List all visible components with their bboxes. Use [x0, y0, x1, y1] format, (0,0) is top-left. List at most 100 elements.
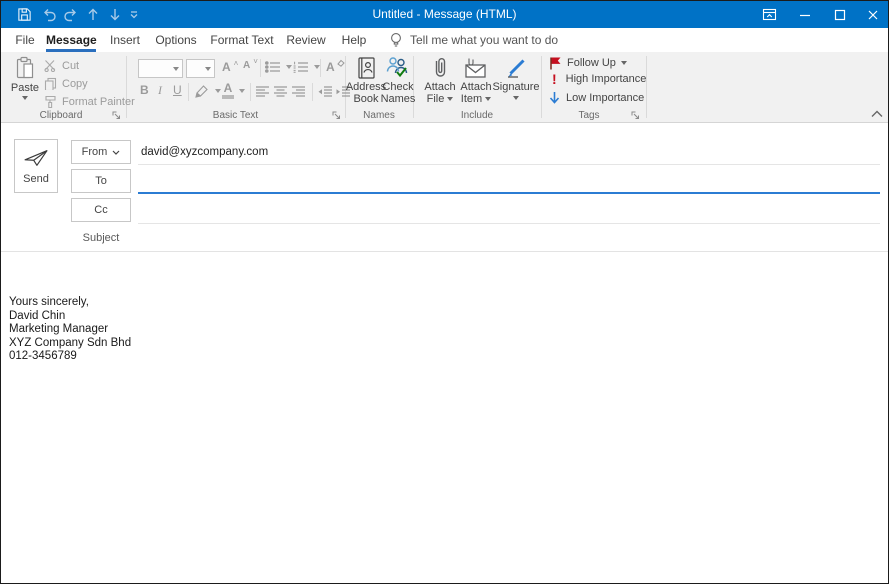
to-button[interactable]: To: [71, 169, 131, 193]
send-button[interactable]: Send: [14, 139, 58, 193]
shrink-font-button[interactable]: A˅: [243, 60, 258, 71]
highlighter-icon: [194, 84, 210, 98]
text-highlight-color-button[interactable]: [194, 84, 221, 98]
font-color-button[interactable]: A: [222, 83, 245, 99]
separator: [260, 59, 261, 77]
from-button[interactable]: From: [71, 140, 131, 164]
attach-item-button[interactable]: Attach Item: [457, 56, 495, 105]
align-left-button[interactable]: [256, 86, 270, 98]
tab-message[interactable]: Message: [46, 28, 96, 52]
chevron-up-icon: [871, 110, 883, 118]
tab-format-text[interactable]: Format Text: [208, 28, 276, 52]
ribbon-display-options-icon: [762, 8, 777, 21]
signature-button[interactable]: Signature: [495, 56, 537, 100]
names-group-label: Names: [345, 110, 413, 121]
minimize-icon: [799, 9, 811, 21]
close-button[interactable]: [857, 1, 889, 28]
from-value: david@xyzcompany.com: [141, 146, 268, 158]
follow-up-button[interactable]: Follow Up: [549, 56, 627, 70]
underline-button[interactable]: U: [173, 83, 182, 97]
separator: [188, 83, 189, 101]
tell-me-search[interactable]: Tell me what you want to do: [410, 28, 558, 52]
subject-input[interactable]: [138, 228, 880, 248]
clipboard-group-label: Clipboard: [1, 110, 121, 121]
bullets-button[interactable]: [265, 61, 292, 73]
grow-font-button[interactable]: A˄: [222, 60, 238, 74]
clipboard-dialog-launcher[interactable]: [112, 111, 121, 120]
paste-icon: [15, 56, 35, 80]
low-importance-button[interactable]: Low Importance: [548, 91, 644, 105]
ribbon-display-options-button[interactable]: [753, 1, 785, 28]
collapse-ribbon-button[interactable]: [871, 110, 883, 118]
address-book-icon: [355, 56, 377, 80]
tab-help[interactable]: Help: [338, 28, 370, 52]
to-field-line-focused: [138, 192, 880, 194]
eraser-icon: [337, 59, 345, 67]
high-importance-button[interactable]: ! High Importance: [552, 73, 646, 85]
tab-insert[interactable]: Insert: [106, 28, 144, 52]
group-separator: [541, 56, 542, 118]
check-names-button[interactable]: Check Names: [383, 56, 413, 105]
caret-up-icon: ˄: [234, 59, 239, 68]
lightbulb-icon: [389, 32, 403, 49]
maximize-button[interactable]: [824, 1, 856, 28]
decrease-indent-button[interactable]: [317, 86, 333, 98]
minimize-button[interactable]: [789, 1, 821, 28]
to-input[interactable]: [138, 170, 880, 191]
email-signature: Yours sincerely, David Chin Marketing Ma…: [9, 296, 131, 364]
font-size-combobox[interactable]: [186, 59, 215, 78]
tab-file[interactable]: File: [11, 28, 39, 52]
attach-file-button[interactable]: Attach File: [421, 56, 459, 105]
chevron-down-icon: [173, 67, 179, 71]
compose-header: Send From david@xyzcompany.com To Cc Sub…: [1, 123, 888, 252]
copy-button[interactable]: Copy: [44, 77, 88, 90]
signature-line: Marketing Manager: [9, 323, 131, 337]
font-name-combobox[interactable]: [138, 59, 183, 78]
title-bar: Untitled - Message (HTML): [1, 1, 888, 28]
format-painter-button[interactable]: Format Painter: [44, 95, 135, 109]
separator: [320, 59, 321, 77]
decrease-indent-icon: [317, 86, 333, 98]
separator: [312, 83, 313, 101]
chevron-down-icon: [485, 97, 491, 101]
chevron-down-icon: [205, 67, 211, 71]
cut-button[interactable]: Cut: [44, 59, 79, 72]
low-importance-arrow-icon: [548, 91, 561, 105]
bold-button[interactable]: B: [140, 83, 149, 97]
tab-review[interactable]: Review: [284, 28, 328, 52]
chevron-down-icon: [447, 97, 453, 101]
format-painter-icon: [44, 95, 57, 109]
center-button[interactable]: [274, 86, 288, 98]
align-right-button[interactable]: [292, 86, 306, 98]
cc-field-line: [138, 223, 880, 224]
tags-dialog-launcher[interactable]: [631, 111, 640, 120]
from-field-line: [138, 164, 880, 165]
numbered-list-icon: [293, 61, 309, 73]
subject-label: Subject: [71, 232, 131, 244]
separator: [250, 83, 251, 101]
message-body-editor[interactable]: Yours sincerely, David Chin Marketing Ma…: [1, 252, 888, 584]
tab-options[interactable]: Options: [152, 28, 200, 52]
address-book-button[interactable]: Address Book: [349, 56, 383, 105]
clear-formatting-button[interactable]: A: [326, 60, 345, 74]
include-group-label: Include: [413, 110, 541, 121]
align-left-icon: [256, 86, 270, 98]
maximize-icon: [834, 9, 846, 21]
cc-button[interactable]: Cc: [71, 198, 131, 222]
close-icon: [867, 9, 879, 21]
align-right-icon: [292, 86, 306, 98]
italic-button[interactable]: I: [158, 83, 162, 98]
ribbon-tab-row: File Message Insert Options Format Text …: [1, 28, 888, 52]
chevron-down-icon: [112, 150, 120, 155]
outlook-message-window: Untitled - Message (HTML) File: [0, 0, 889, 584]
signature-line: XYZ Company Sdn Bhd: [9, 337, 131, 351]
copy-icon: [44, 77, 57, 90]
numbering-button[interactable]: [293, 61, 320, 73]
paste-button[interactable]: Paste: [9, 56, 41, 100]
chevron-down-icon: [239, 89, 245, 93]
color-bar: [222, 95, 234, 99]
bullet-list-icon: [265, 61, 281, 73]
high-importance-icon: !: [552, 73, 557, 85]
basic-text-dialog-launcher[interactable]: [332, 111, 341, 120]
cc-input[interactable]: [138, 199, 880, 221]
